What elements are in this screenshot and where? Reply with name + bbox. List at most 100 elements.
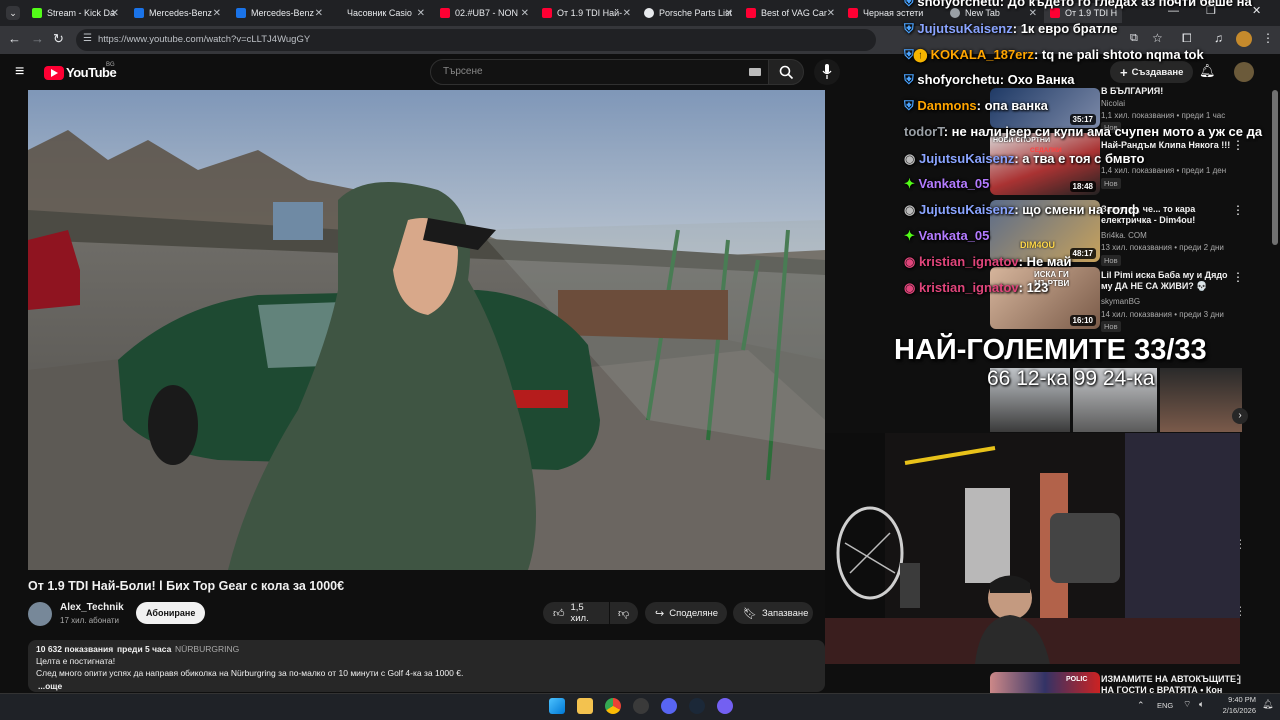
new-badge: Нов xyxy=(1101,321,1121,332)
close-icon[interactable]: ✕ xyxy=(521,8,529,19)
rec-meta: 14 хил. показвания • преди 3 дни xyxy=(1101,310,1224,319)
tab-mercedes-1[interactable]: Mercedes-Benz ✕ xyxy=(128,3,224,23)
moderator-icon: ⛨ xyxy=(904,0,914,9)
create-button[interactable]: + Създаване xyxy=(1110,61,1194,83)
close-icon[interactable]: ✕ xyxy=(315,8,323,19)
tab-search-button[interactable]: ⌄ xyxy=(6,6,20,20)
close-icon[interactable]: ✕ xyxy=(213,8,221,19)
address-bar[interactable]: ☰ https://www.youtube.com/watch?v=cLLTJ4… xyxy=(76,29,876,51)
input-language[interactable]: ENG xyxy=(1157,701,1173,710)
badge-icon: ◉ xyxy=(904,202,916,217)
share-icon: ↪ xyxy=(655,607,665,620)
close-icon[interactable]: ✕ xyxy=(417,8,425,19)
rec-menu-icon[interactable]: ⋮ xyxy=(1232,672,1244,686)
back-icon[interactable]: ← xyxy=(8,31,21,46)
reload-icon[interactable]: ↻ xyxy=(53,31,64,47)
chrome-icon[interactable] xyxy=(605,698,621,714)
rec-menu-icon[interactable]: ⋮ xyxy=(1232,138,1244,152)
discord-icon[interactable] xyxy=(661,698,677,714)
file-explorer-icon[interactable] xyxy=(577,698,593,714)
menu-kebab-icon[interactable]: ⋮ xyxy=(1262,31,1274,45)
dislike-button[interactable]: 👎︎ xyxy=(610,602,638,624)
location-tag[interactable]: NÜRBURGRING xyxy=(175,644,239,654)
youtube-logo-icon[interactable] xyxy=(44,66,64,80)
rec-menu-icon[interactable]: ⋮ xyxy=(1232,203,1244,217)
chat-message: ⛨ shofyorchetu: Охо Ванка xyxy=(904,72,1074,88)
notification-center-icon[interactable]: 🔔︎ xyxy=(1262,699,1273,710)
tab-mercedes-2[interactable]: Mercedes-Benz ✕ xyxy=(230,3,326,23)
clock-date[interactable]: 2/16/2026 xyxy=(1216,706,1256,715)
channel-avatar[interactable] xyxy=(28,602,52,626)
close-icon[interactable]: ✕ xyxy=(725,8,733,19)
chat-username: todorT xyxy=(904,124,944,139)
rec-menu-icon[interactable]: ⋮ xyxy=(1232,270,1244,284)
account-avatar[interactable] xyxy=(1234,62,1254,82)
share-button[interactable]: ↪ Споделяне xyxy=(645,602,727,624)
upload-age: преди 5 часа xyxy=(117,644,172,654)
search-button[interactable] xyxy=(768,59,804,85)
forward-icon[interactable]: → xyxy=(31,31,44,46)
close-icon[interactable]: ✕ xyxy=(623,8,631,19)
rec-title[interactable]: Най-Рандъм Клипа Някога !!! xyxy=(1101,140,1231,151)
rec-channel[interactable]: skymanBG xyxy=(1101,296,1236,307)
tab-tdi-1[interactable]: От 1.9 TDI Най- ✕ xyxy=(536,3,634,23)
subscribe-button[interactable]: Абониране xyxy=(136,602,206,624)
scrollbar-thumb[interactable] xyxy=(1272,90,1278,245)
url-text: https://www.youtube.com/watch?v=cLLTJ4Wu… xyxy=(98,34,311,45)
rec-thumbnail[interactable]: ИСКА ГИ МЪРТВИ 16:10 xyxy=(990,267,1100,329)
bookmark-star-icon[interactable]: ☆ xyxy=(1152,31,1163,45)
cast-icon[interactable]: ⧉ xyxy=(1130,32,1138,45)
notifications-bell-icon[interactable]: 🔔︎ xyxy=(1199,63,1216,79)
site-info-icon[interactable]: ☰ xyxy=(83,33,92,44)
channel-name[interactable]: Alex_Technik xyxy=(60,602,124,613)
show-more-link[interactable]: ...още xyxy=(38,681,62,691)
tab-porsche[interactable]: Porsche Parts List ✕ xyxy=(638,3,736,23)
chat-message: ◉ kristian_ignatov: 123 xyxy=(904,280,1048,296)
viber-icon[interactable] xyxy=(717,698,733,714)
chat-message: ◉ JujutsuKaisenz: що смени на голф xyxy=(904,202,1139,218)
video-player[interactable] xyxy=(28,90,825,570)
extensions-icon[interactable]: ⧠ xyxy=(1182,31,1192,46)
tab-kick[interactable]: Stream - Kick Da ✕ xyxy=(26,3,122,23)
wifi-icon[interactable]: ⌔ xyxy=(1183,699,1191,710)
tab-vag[interactable]: Best of VAG Car ✕ xyxy=(740,3,838,23)
steam-icon[interactable] xyxy=(689,698,705,714)
chat-text: : що смени на голф xyxy=(1014,202,1140,217)
profile-avatar[interactable] xyxy=(1236,31,1252,47)
save-button[interactable]: 🔖︎ Запазване xyxy=(733,602,813,624)
clock-time[interactable]: 9:40 PM xyxy=(1222,695,1256,704)
tray-chevron-icon[interactable]: ⌃ xyxy=(1137,700,1145,711)
search-input[interactable]: Търсене xyxy=(430,59,770,85)
rec-meta: 1,1 хил. показвания • преди 1 час xyxy=(1101,111,1226,120)
obs-icon[interactable] xyxy=(633,698,649,714)
rec-channel[interactable]: Bri4ka. COM xyxy=(1101,230,1236,241)
new-badge: Нов xyxy=(1101,178,1121,189)
youtube-favicon-icon xyxy=(542,8,552,18)
volume-icon[interactable]: 🔈︎ xyxy=(1199,699,1204,710)
chevron-right-icon[interactable]: › xyxy=(1232,408,1248,424)
tab-casio[interactable]: Часовник Casio ✕ xyxy=(332,3,428,23)
close-icon[interactable]: ✕ xyxy=(111,8,119,19)
video-description[interactable]: 10 632 показвания преди 5 часа NÜRBURGRI… xyxy=(28,640,825,692)
view-count: 10 632 показвания xyxy=(36,644,114,654)
hamburger-menu-icon[interactable]: ≡ xyxy=(15,63,24,81)
chat-username: kristian_ignatov xyxy=(918,254,1019,269)
keyboard-icon[interactable] xyxy=(749,68,761,76)
description-line-1: Целта е постигната! xyxy=(36,656,116,666)
close-icon[interactable]: ✕ xyxy=(827,8,835,19)
like-button[interactable]: 👍︎ 1,5 хил. xyxy=(543,602,609,624)
voice-search-button[interactable] xyxy=(814,59,840,85)
rec-title[interactable]: В БЪЛГАРИЯ! xyxy=(1101,86,1231,97)
badge-icon: ⛨ xyxy=(904,72,914,87)
media-icon[interactable]: ♫ xyxy=(1214,31,1223,45)
chat-message: ⛨ shofyorchetu: До където го гледах аз п… xyxy=(904,0,1252,10)
tab-ub7[interactable]: 02.#UB7 - NON ✕ xyxy=(434,3,532,23)
rec-thumbnail[interactable]: POLIC xyxy=(990,672,1100,694)
plus-icon: + xyxy=(1120,64,1128,80)
windows-start-icon[interactable] xyxy=(549,698,565,714)
short-thumbnail[interactable] xyxy=(1160,368,1242,432)
close-window-icon[interactable]: ✕ xyxy=(1252,4,1261,17)
rec-channel[interactable]: Nicolai xyxy=(1101,98,1236,109)
youtube-favicon-icon xyxy=(440,8,450,18)
rec-title[interactable]: Lil Pimi иска Баба му и Дядо му ДА НЕ СА… xyxy=(1101,270,1231,292)
